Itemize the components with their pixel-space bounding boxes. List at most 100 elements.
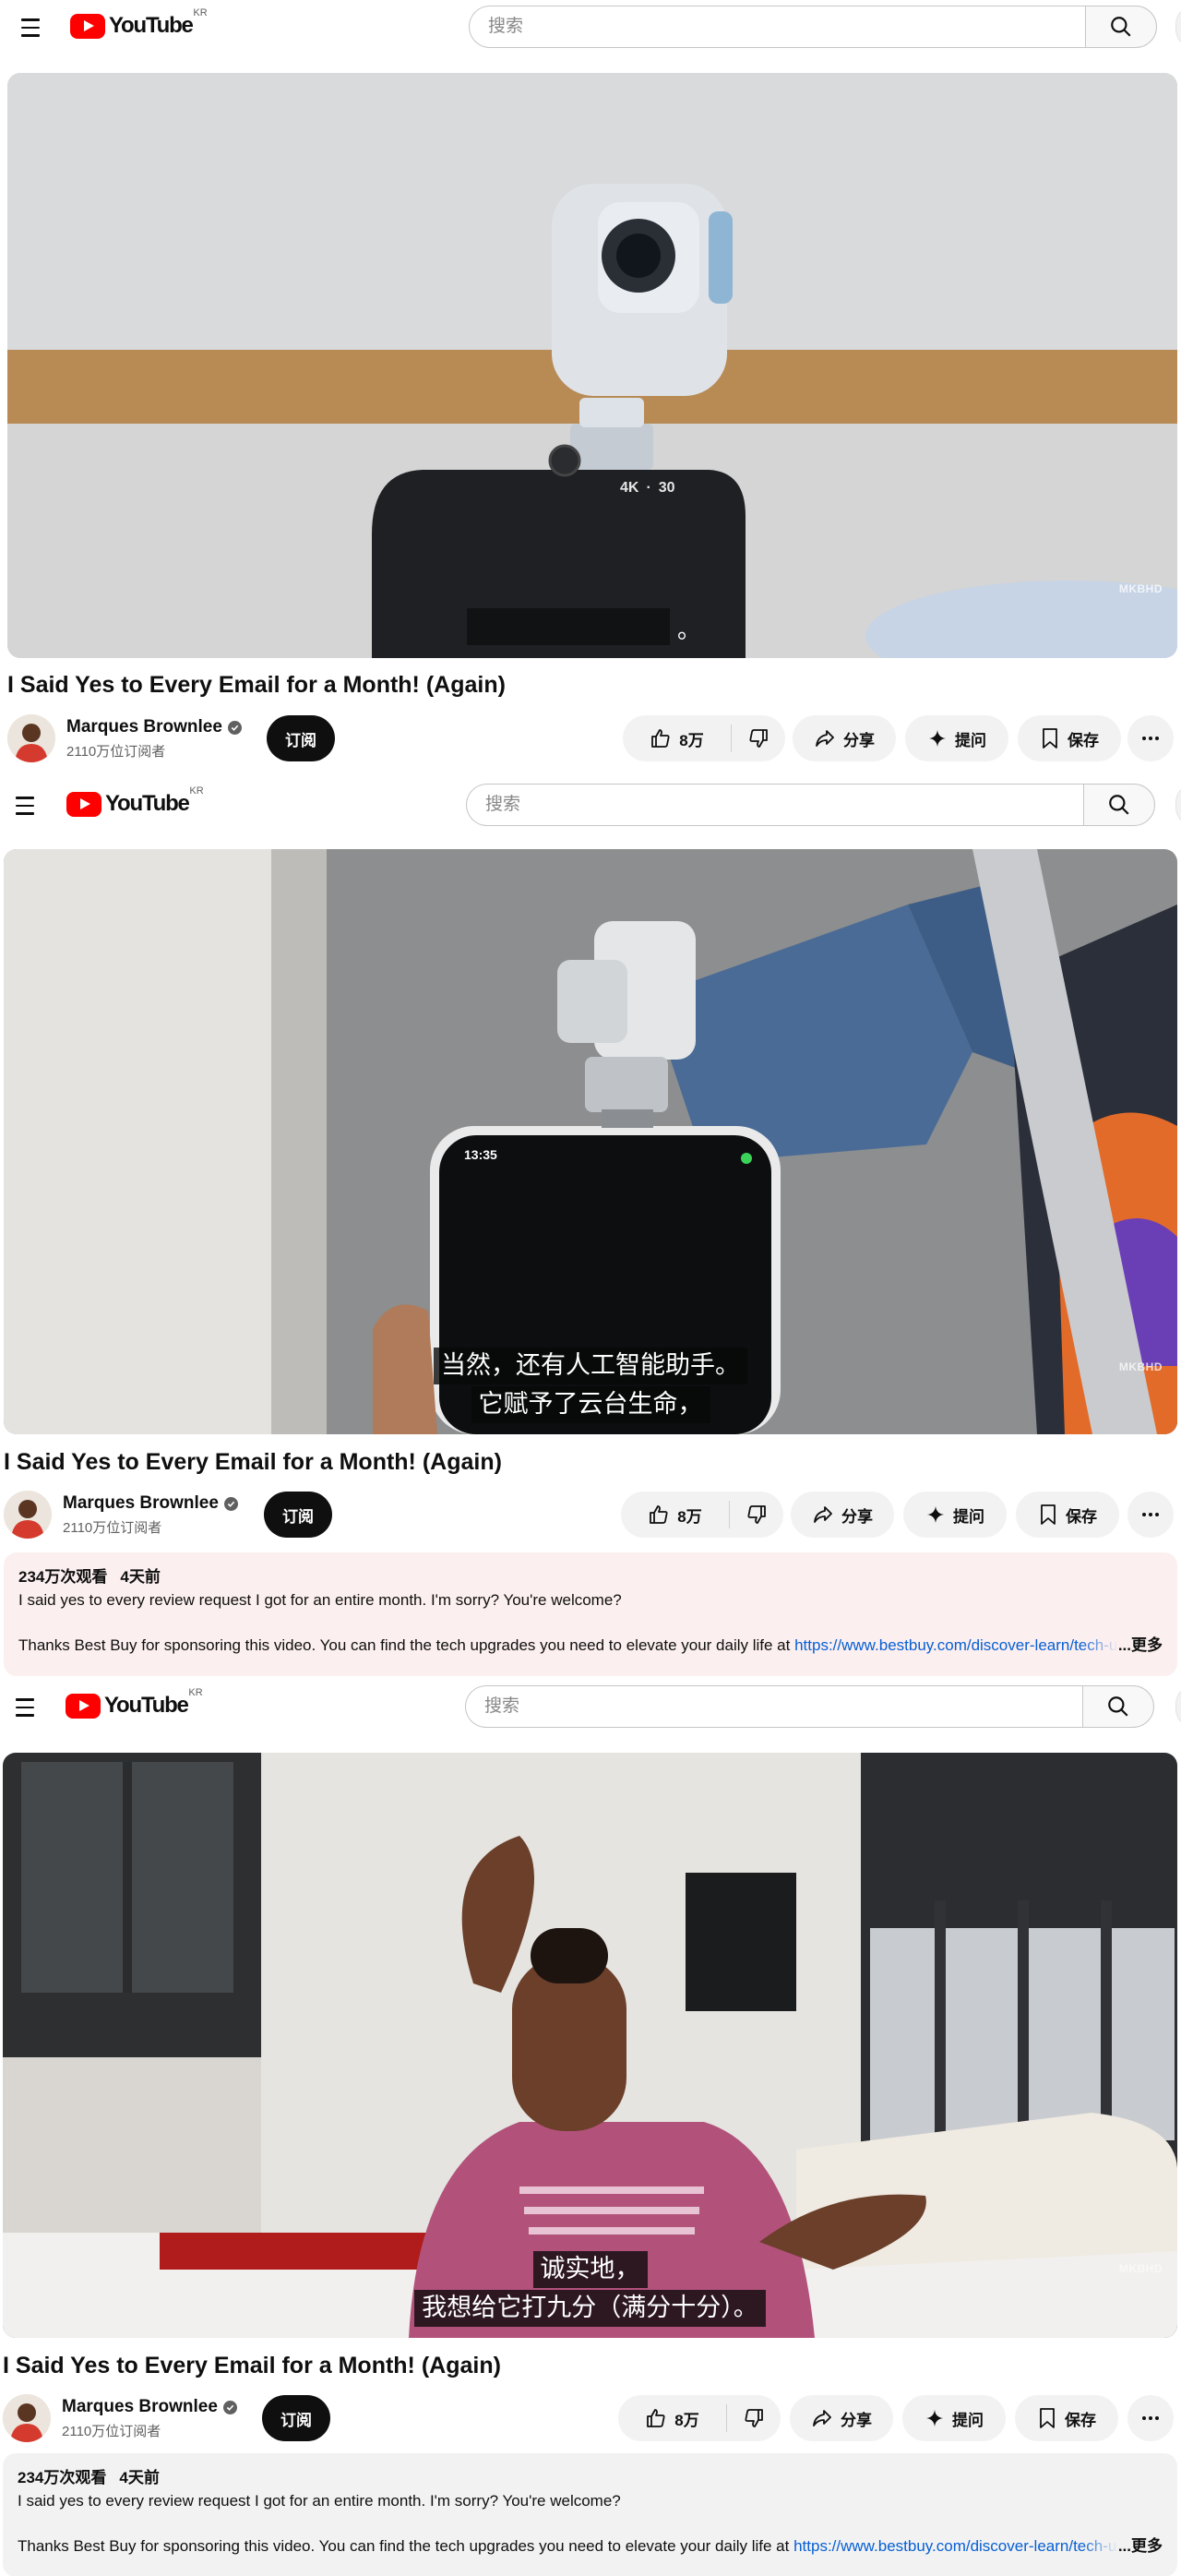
channel-avatar[interactable] (4, 1491, 52, 1539)
video-frame (4, 849, 1177, 1434)
more-actions-button[interactable] (1127, 2395, 1174, 2441)
search-input[interactable] (470, 6, 1087, 47)
sparkle-icon (928, 729, 947, 748)
description-box[interactable]: 234万次观看 4天前 I said yes to every review r… (3, 2453, 1177, 2576)
menu-icon[interactable] (9, 1694, 41, 1721)
region-code: KR (188, 1687, 203, 1698)
youtube-logo[interactable]: YouTube KR (70, 7, 208, 39)
owner-row: Marques Brownlee 2110万位订阅者 订阅 8万 分享 提问 保… (0, 1488, 1181, 1540)
search-input[interactable] (466, 1686, 1083, 1727)
description-line: I said yes to every review request I got… (18, 1591, 622, 1609)
logo-text: YouTube (105, 791, 190, 816)
owner-row: Marques Brownlee 2110万位订阅者 订阅 8万 分享 提问 保… (0, 712, 1181, 763)
search-icon (1111, 17, 1131, 37)
share-button[interactable]: 分享 (790, 2395, 893, 2441)
fps-label: 30 (658, 480, 675, 496)
more-icon (1142, 737, 1159, 740)
channel-avatar[interactable] (3, 2394, 51, 2442)
video-frame (3, 1753, 1177, 2338)
bookmark-icon (1040, 2408, 1055, 2428)
search-input[interactable] (467, 785, 1084, 825)
save-label: 保存 (1066, 1507, 1097, 1526)
ask-label: 提问 (952, 2411, 984, 2429)
search-button[interactable] (1082, 1685, 1154, 1728)
masthead: YouTube KR (0, 0, 1181, 57)
subscribe-button[interactable]: 订阅 (267, 715, 335, 761)
video-player[interactable]: MKBHD 诚实地， 我想给它打九分（满分十分）。 (3, 1753, 1177, 2338)
channel-name-text: Marques Brownlee (62, 2397, 218, 2416)
voice-search-button[interactable] (1175, 784, 1181, 826)
subscriber-count: 2110万位订阅者 (62, 2424, 161, 2439)
more-actions-button[interactable] (1127, 1492, 1174, 1538)
dislike-button[interactable] (732, 715, 785, 761)
dislike-icon (749, 729, 768, 748)
sparkle-icon (926, 1505, 945, 1524)
video-player[interactable]: 4K · 30 MKBHD 。 (7, 73, 1177, 658)
ask-button[interactable]: 提问 (902, 2395, 1006, 2441)
channel-avatar[interactable] (7, 714, 55, 762)
logo-text: YouTube (109, 13, 194, 38)
save-label: 保存 (1068, 731, 1099, 749)
like-count: 8万 (679, 731, 704, 749)
channel-name-text: Marques Brownlee (63, 1493, 219, 1513)
bookmark-icon (1043, 728, 1057, 749)
owner-row: Marques Brownlee 2110万位订阅者 订阅 8万 分享 提问 保… (0, 2391, 1181, 2443)
dislike-button[interactable] (727, 2395, 781, 2441)
region-code: KR (189, 785, 204, 797)
search-box (466, 784, 1084, 826)
avatar-image (7, 714, 55, 762)
like-button[interactable]: 8万 (621, 1501, 730, 1528)
subscribe-button[interactable]: 订阅 (262, 2395, 330, 2441)
masthead: YouTube KR (0, 778, 1181, 835)
ask-button[interactable]: 提问 (905, 715, 1008, 761)
description-line: I said yes to every review request I got… (18, 2492, 621, 2510)
search-icon (1108, 1696, 1128, 1717)
like-dislike-group: 8万 (618, 2395, 781, 2441)
voice-search-button[interactable] (1175, 1685, 1181, 1728)
search-button[interactable] (1085, 6, 1157, 48)
sparkle-icon (925, 2409, 944, 2427)
menu-icon[interactable] (15, 14, 46, 42)
voice-search-button[interactable] (1175, 6, 1181, 48)
caption-line: 它赋予了云台生命， (471, 1386, 710, 1423)
search-icon (1109, 795, 1129, 815)
verified-icon (222, 2400, 237, 2414)
youtube-logo[interactable]: YouTube KR (66, 1687, 203, 1719)
channel-name[interactable]: Marques Brownlee (66, 717, 242, 737)
channel-name[interactable]: Marques Brownlee (63, 1493, 238, 1514)
ask-button[interactable]: 提问 (903, 1492, 1007, 1538)
share-icon (814, 1506, 832, 1523)
show-more-button[interactable]: ...更多 (1080, 2534, 1163, 2558)
caption-line: 诚实地， (532, 2251, 648, 2288)
like-count: 8万 (677, 1507, 702, 1526)
more-actions-button[interactable] (1127, 715, 1174, 761)
share-button[interactable]: 分享 (793, 715, 896, 761)
like-button[interactable]: 8万 (623, 725, 732, 752)
subscriber-count: 2110万位订阅者 (66, 744, 166, 760)
save-button[interactable]: 保存 (1015, 2395, 1118, 2441)
ask-label: 提问 (953, 1507, 984, 1526)
dislike-button[interactable] (730, 1492, 783, 1538)
dislike-icon (747, 1505, 766, 1524)
show-more-button[interactable]: ...更多 (1080, 1634, 1163, 1657)
channel-name[interactable]: Marques Brownlee (62, 2397, 237, 2417)
subscribe-button[interactable]: 订阅 (264, 1492, 332, 1538)
share-label: 分享 (841, 2411, 872, 2429)
description-box[interactable]: 234万次观看 4天前 I said yes to every review r… (4, 1552, 1177, 1676)
description-meta: 234万次观看 4天前 (18, 1565, 1163, 1588)
region-code: KR (193, 7, 208, 18)
video-title: I Said Yes to Every Email for a Month! (… (7, 672, 506, 698)
save-button[interactable]: 保存 (1018, 715, 1121, 761)
camera-overlay: 4K · 30 (620, 480, 675, 497)
share-icon (816, 730, 834, 747)
menu-icon[interactable] (9, 792, 41, 820)
screenshot-panel-3: YouTube KR 搜索 MKBHD 诚实地， 我想给它打九分（满分十分）。 … (0, 1680, 1181, 2576)
share-label: 分享 (841, 1507, 873, 1526)
search-button[interactable] (1083, 784, 1155, 826)
like-button[interactable]: 8万 (618, 2404, 727, 2432)
like-dislike-group: 8万 (623, 715, 785, 761)
save-button[interactable]: 保存 (1016, 1492, 1119, 1538)
youtube-logo[interactable]: YouTube KR (66, 785, 204, 817)
share-button[interactable]: 分享 (791, 1492, 894, 1538)
video-player[interactable]: 13:35 MKBHD 当然，还有人工智能助手。 它赋予了云台生命， (4, 849, 1177, 1434)
